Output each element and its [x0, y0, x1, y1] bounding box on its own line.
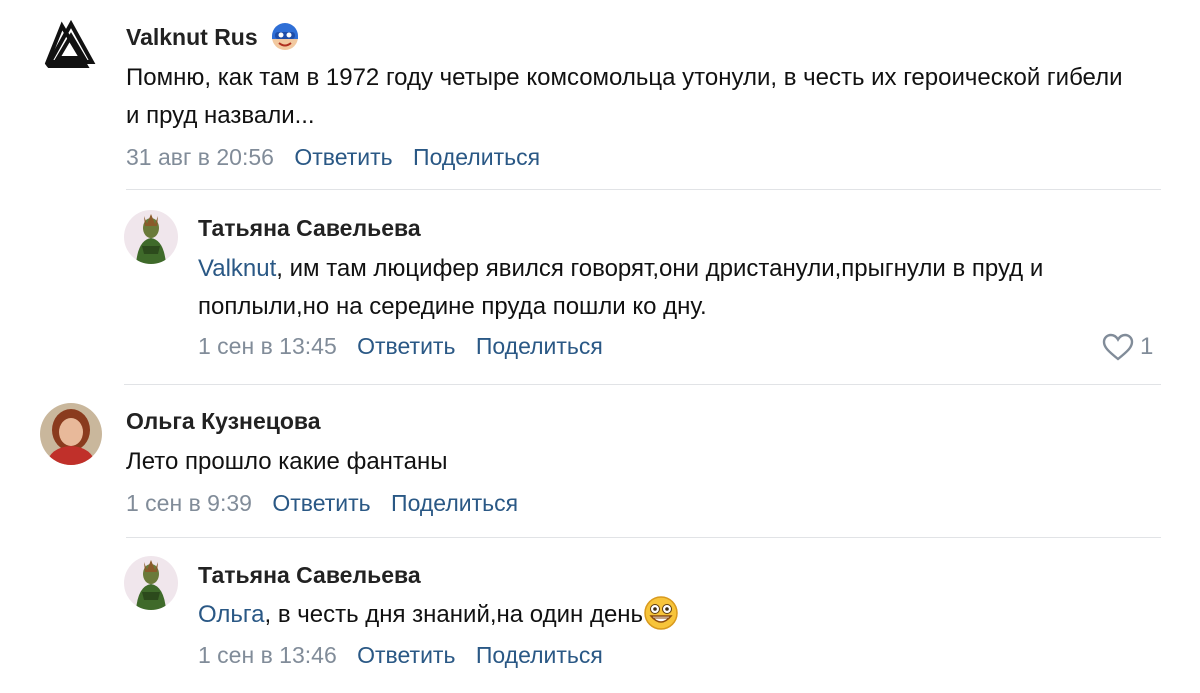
reply-button[interactable]: Ответить — [294, 144, 392, 170]
reply-button[interactable]: Ответить — [357, 333, 455, 359]
comment-text: Лето прошло какие фантаны — [126, 448, 448, 475]
avatar[interactable] — [40, 16, 102, 78]
comment-author[interactable]: Татьяна Савельева — [198, 562, 421, 589]
comment-meta: 1 сен в 9:39 Ответить Поделиться — [126, 490, 532, 517]
comment-body: , им там люцифер явился говорят,они дрис… — [198, 255, 1044, 320]
avatar-image — [124, 210, 178, 264]
avatar[interactable] — [124, 210, 178, 264]
comment-meta: 31 авг в 20:56 Ответить Поделиться — [126, 144, 554, 171]
share-button[interactable]: Поделиться — [391, 490, 518, 516]
avatar-image — [40, 403, 102, 465]
valknut-logo-icon — [40, 16, 102, 78]
comment-date[interactable]: 1 сен в 9:39 — [126, 490, 252, 516]
grinning-face-emoji-icon — [644, 595, 678, 630]
like-button[interactable]: 1 — [1102, 333, 1153, 361]
divider — [126, 189, 1161, 190]
divider — [124, 384, 1161, 385]
comment-meta: 1 сен в 13:46 Ответить Поделиться — [198, 642, 617, 669]
avatar-image — [124, 556, 178, 610]
author-name[interactable]: Valknut Rus — [126, 24, 258, 50]
comment-author[interactable]: Татьяна Савельева — [198, 215, 421, 242]
reply-button[interactable]: Ответить — [272, 490, 370, 516]
heart-icon — [1102, 333, 1134, 361]
comment-text: Valknut, им там люцифер явился говорят,о… — [198, 250, 1158, 326]
comment-body: , в честь дня знаний,на один день — [264, 601, 644, 628]
share-button[interactable]: Поделиться — [476, 333, 603, 359]
like-count: 1 — [1140, 333, 1154, 360]
mention-link[interactable]: Ольга — [198, 601, 264, 628]
comment-date[interactable]: 1 сен в 13:45 — [198, 333, 337, 359]
comment-meta: 1 сен в 13:45 Ответить Поделиться — [198, 333, 617, 360]
comment-author[interactable]: Ольга Кузнецова — [126, 408, 321, 435]
reply-button[interactable]: Ответить — [357, 642, 455, 668]
avatar[interactable] — [124, 556, 178, 610]
avatar[interactable] — [40, 403, 102, 465]
comment-text: Помню, как там в 1972 году четыре комсом… — [126, 64, 1123, 129]
comments-page: Valknut Rus Помню, как там в 1972 году ч… — [0, 0, 1200, 693]
comment-date[interactable]: 1 сен в 13:46 — [198, 642, 337, 668]
divider — [126, 537, 1161, 538]
comment-author[interactable]: Valknut Rus — [126, 22, 300, 52]
comment-text: Ольга, в честь дня знаний,на один день — [198, 595, 1158, 634]
comment-date[interactable]: 31 авг в 20:56 — [126, 144, 274, 170]
mention-link[interactable]: Valknut — [198, 255, 276, 282]
share-button[interactable]: Поделиться — [476, 642, 603, 668]
share-button[interactable]: Поделиться — [413, 144, 540, 170]
mask-emoji-icon — [272, 22, 299, 50]
